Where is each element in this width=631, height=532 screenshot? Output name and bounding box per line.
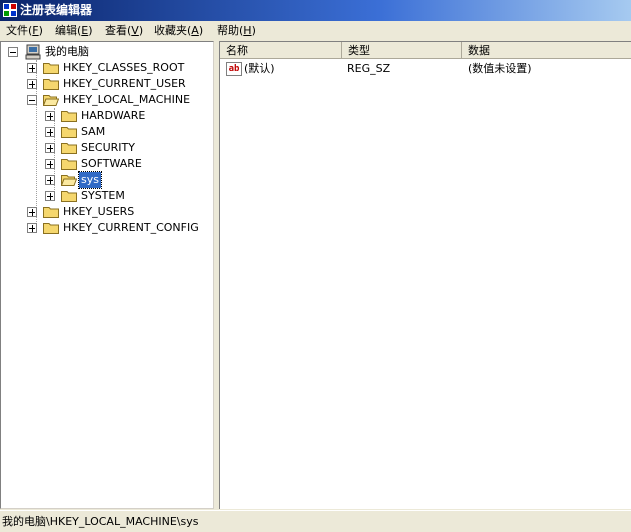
menu-file[interactable]: 文件(F) bbox=[3, 21, 46, 41]
tree-label: SYSTEM bbox=[81, 189, 125, 202]
string-value-icon: ab bbox=[226, 62, 242, 76]
menu-view[interactable]: 查看(V) bbox=[102, 21, 146, 41]
expand-icon[interactable] bbox=[27, 79, 37, 89]
list-item[interactable]: ab (默认) REG_SZ (数值未设置) bbox=[220, 61, 631, 77]
menu-favorites[interactable]: 收藏夹(A) bbox=[151, 21, 206, 41]
folder-icon bbox=[61, 111, 77, 122]
expand-icon[interactable] bbox=[27, 207, 37, 217]
regedit-icon bbox=[3, 3, 17, 17]
open-folder-icon bbox=[43, 95, 59, 106]
column-header-name[interactable]: 名称 bbox=[220, 42, 342, 59]
tree-node-sam[interactable]: SAM bbox=[1, 124, 211, 140]
expand-icon[interactable] bbox=[45, 191, 55, 201]
value-data: (数值未设置) bbox=[468, 62, 532, 75]
expand-icon[interactable] bbox=[27, 63, 37, 73]
tree-node-hardware[interactable]: HARDWARE bbox=[1, 108, 211, 124]
folder-icon bbox=[43, 79, 59, 90]
window-title: 注册表编辑器 bbox=[20, 3, 93, 17]
expand-icon[interactable] bbox=[45, 175, 55, 185]
tree-label: SAM bbox=[81, 125, 106, 138]
menu-edit[interactable]: 编辑(E) bbox=[52, 21, 96, 41]
tree-label: HKEY_LOCAL_MACHINE bbox=[63, 93, 191, 106]
title-bar[interactable]: 注册表编辑器 bbox=[0, 0, 631, 21]
computer-icon bbox=[25, 44, 41, 60]
tree-node-hkey-users[interactable]: HKEY_USERS bbox=[1, 204, 211, 220]
values-list-pane[interactable]: 名称 类型 数据 ab (默认) REG_SZ (数值未设置) bbox=[219, 41, 631, 509]
value-name: (默认) bbox=[244, 62, 275, 75]
value-type: REG_SZ bbox=[347, 62, 391, 75]
collapse-icon[interactable] bbox=[8, 47, 18, 57]
tree-node-hkey-classes-root[interactable]: HKEY_CLASSES_ROOT bbox=[1, 60, 211, 76]
tree-label: HKEY_CLASSES_ROOT bbox=[63, 61, 185, 74]
column-header-type[interactable]: 类型 bbox=[342, 42, 462, 59]
tree-node-hkey-current-user[interactable]: HKEY_CURRENT_USER bbox=[1, 76, 211, 92]
tree-label-selected: sys bbox=[78, 171, 102, 189]
folder-icon bbox=[61, 191, 77, 202]
expand-icon[interactable] bbox=[27, 223, 37, 233]
folder-icon bbox=[43, 223, 59, 234]
status-bar: 我的电脑\HKEY_LOCAL_MACHINE\sys bbox=[0, 510, 631, 531]
tree-node-software[interactable]: SOFTWARE bbox=[1, 156, 211, 172]
tree-node-system[interactable]: SYSTEM bbox=[1, 188, 211, 204]
key-tree-pane[interactable]: 我的电脑 HKEY_CLASSES_ROOT HKEY_CURRENT_USER… bbox=[0, 41, 214, 509]
menu-help[interactable]: 帮助(H) bbox=[214, 21, 259, 41]
tree-label: HKEY_CURRENT_USER bbox=[63, 77, 186, 90]
open-folder-icon bbox=[61, 175, 77, 186]
expand-icon[interactable] bbox=[45, 143, 55, 153]
menu-bar: 文件(F) 编辑(E) 查看(V) 收藏夹(A) 帮助(H) bbox=[0, 21, 631, 41]
collapse-icon[interactable] bbox=[27, 95, 37, 105]
tree-label: 我的电脑 bbox=[45, 45, 89, 58]
folder-icon bbox=[43, 207, 59, 218]
column-header-data[interactable]: 数据 bbox=[462, 42, 631, 59]
folder-icon bbox=[61, 159, 77, 170]
status-path: 我的电脑\HKEY_LOCAL_MACHINE\sys bbox=[2, 515, 199, 528]
expand-icon[interactable] bbox=[45, 127, 55, 137]
tree-node-hkey-local-machine[interactable]: HKEY_LOCAL_MACHINE bbox=[1, 92, 211, 108]
tree-label: SOFTWARE bbox=[81, 157, 142, 170]
tree-label: SECURITY bbox=[81, 141, 135, 154]
tree-label: HKEY_CURRENT_CONFIG bbox=[63, 221, 199, 234]
folder-icon bbox=[61, 127, 77, 138]
tree-label: HKEY_USERS bbox=[63, 205, 135, 218]
tree-node-sys[interactable]: sys bbox=[1, 171, 211, 189]
expand-icon[interactable] bbox=[45, 159, 55, 169]
tree-node-security[interactable]: SECURITY bbox=[1, 140, 211, 156]
folder-icon bbox=[43, 63, 59, 74]
tree-node-my-computer[interactable]: 我的电脑 bbox=[1, 44, 211, 60]
tree-node-hkey-current-config[interactable]: HKEY_CURRENT_CONFIG bbox=[1, 220, 211, 236]
tree-label: HARDWARE bbox=[81, 109, 146, 122]
expand-icon[interactable] bbox=[45, 111, 55, 121]
folder-icon bbox=[61, 143, 77, 154]
